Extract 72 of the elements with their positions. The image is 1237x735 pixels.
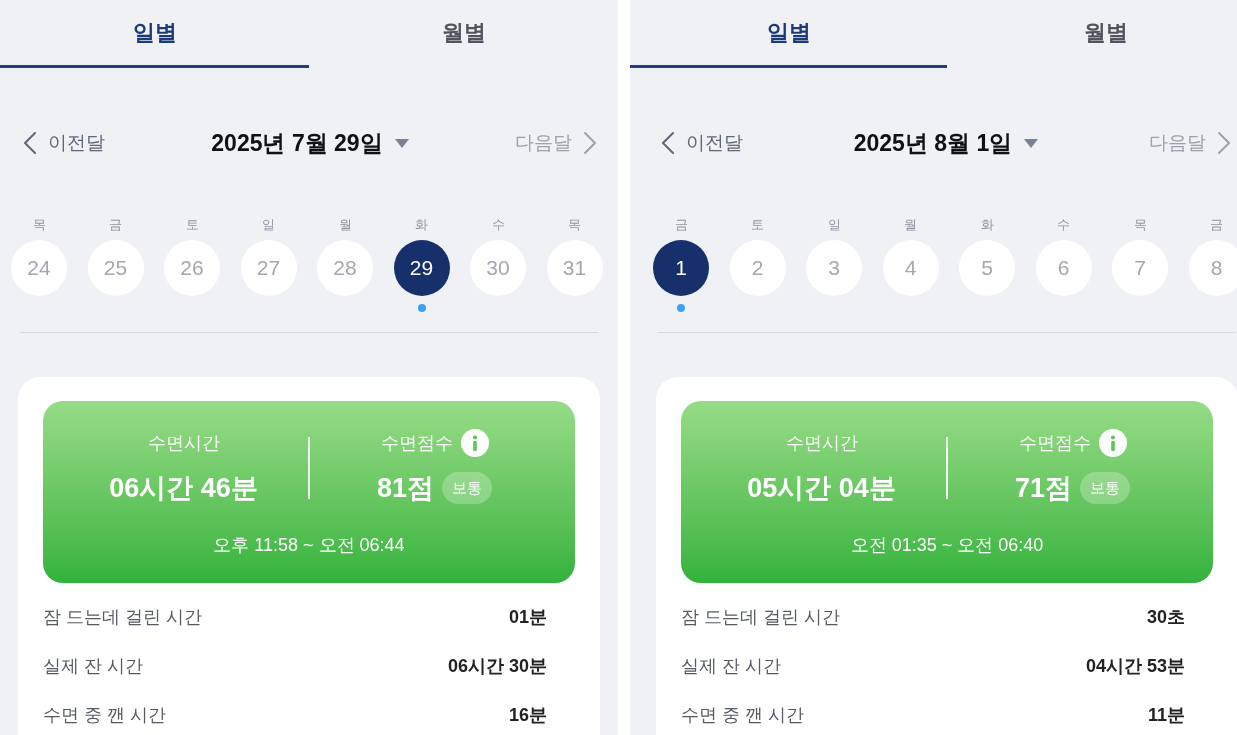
detail-value: 11분	[1147, 704, 1185, 727]
date-button[interactable]: 28	[317, 240, 373, 296]
detail-label: 잠 드는데 걸린 시간	[681, 606, 840, 629]
chevron-left-icon	[662, 132, 674, 154]
stat-value: 71점	[1014, 472, 1072, 504]
stat-value: 06시간 46분	[109, 472, 258, 504]
chevron-right-icon	[1218, 132, 1230, 154]
date-button[interactable]: 31	[546, 240, 603, 296]
tab[interactable]: 일별	[630, 0, 947, 68]
weekday-label: 수	[491, 217, 505, 233]
date-button[interactable]: 8	[1188, 240, 1237, 296]
chevron-right-icon	[584, 132, 596, 154]
detail-value: 30초	[1146, 606, 1185, 629]
previous-month-button[interactable]: 이전달	[24, 128, 105, 158]
weekday-label: 토	[751, 217, 764, 233]
weekday-label: 금	[674, 217, 688, 233]
detail-label: 실제 잔 시간	[681, 655, 781, 678]
date-button[interactable]: 3	[806, 240, 862, 296]
tab[interactable]: 일별	[0, 0, 309, 68]
stat-label: 수면시간	[785, 432, 858, 455]
weekday-label: 토	[185, 217, 199, 233]
weekday-label: 수	[1057, 217, 1070, 233]
detail-value: 16분	[508, 704, 547, 727]
chevron-left-icon	[24, 132, 36, 154]
previous-month-button[interactable]: 이전달	[662, 128, 743, 158]
stat-value: 81점	[376, 472, 434, 504]
date-button[interactable]: 5	[959, 240, 1015, 296]
grade-badge: 보통	[1080, 472, 1130, 504]
caret-down-icon	[1024, 138, 1039, 148]
tab[interactable]: 월별	[309, 0, 618, 68]
weekday-label: 목	[32, 217, 46, 233]
weekday-label: 화	[415, 217, 428, 233]
weekday-label: 금	[109, 217, 122, 233]
date-button[interactable]: 27	[240, 240, 297, 296]
date-button[interactable]: 25	[87, 240, 144, 296]
detail-label: 수면 중 깬 시간	[681, 704, 804, 727]
weekday-label: 월	[338, 217, 352, 233]
weekday-label: 일	[827, 217, 841, 233]
detail-value: 04시간 53분	[1085, 655, 1185, 678]
caret-down-icon	[394, 138, 409, 148]
stat-value: 05시간 04분	[747, 472, 896, 504]
info-icon[interactable]	[1098, 429, 1127, 457]
date-picker-button[interactable]: 2025년 8월 1일	[853, 125, 1039, 161]
detail-value: 01분	[508, 606, 547, 629]
detail-label: 실제 잔 시간	[43, 655, 143, 678]
grade-badge: 보통	[442, 472, 492, 504]
stat-label: 수면시간	[147, 432, 220, 455]
time-range-text: 오전 01:35 ~ 오전 06:40	[850, 534, 1044, 557]
stat-label: 수면점수	[1018, 432, 1091, 455]
date-button[interactable]: 4	[882, 240, 939, 296]
weekday-label: 금	[1210, 217, 1223, 233]
weekday-label: 일	[262, 217, 275, 233]
weekday-label: 월	[904, 217, 917, 233]
date-button[interactable]: 6	[1035, 240, 1092, 296]
tab[interactable]: 월별	[947, 0, 1237, 68]
date-button[interactable]: 7	[1112, 240, 1168, 296]
date-button[interactable]: 1	[653, 240, 709, 296]
date-button[interactable]: 24	[11, 240, 67, 296]
date-button[interactable]: 30	[470, 240, 526, 296]
date-button[interactable]: 2	[729, 240, 786, 296]
stat-label: 수면점수	[380, 432, 453, 455]
weekday-label: 화	[980, 217, 994, 233]
detail-label: 수면 중 깬 시간	[43, 704, 166, 727]
detail-value: 06시간 30분	[447, 655, 547, 678]
date-button[interactable]: 29	[393, 240, 450, 296]
info-icon[interactable]	[460, 429, 489, 457]
date-picker-button[interactable]: 2025년 7월 29일	[211, 125, 409, 161]
weekday-label: 목	[1133, 217, 1147, 233]
time-range-text: 오후 11:58 ~ 오전 06:44	[213, 534, 405, 557]
detail-label: 잠 드는데 걸린 시간	[43, 606, 202, 629]
date-button[interactable]: 26	[164, 240, 220, 296]
weekday-label: 목	[568, 217, 581, 233]
